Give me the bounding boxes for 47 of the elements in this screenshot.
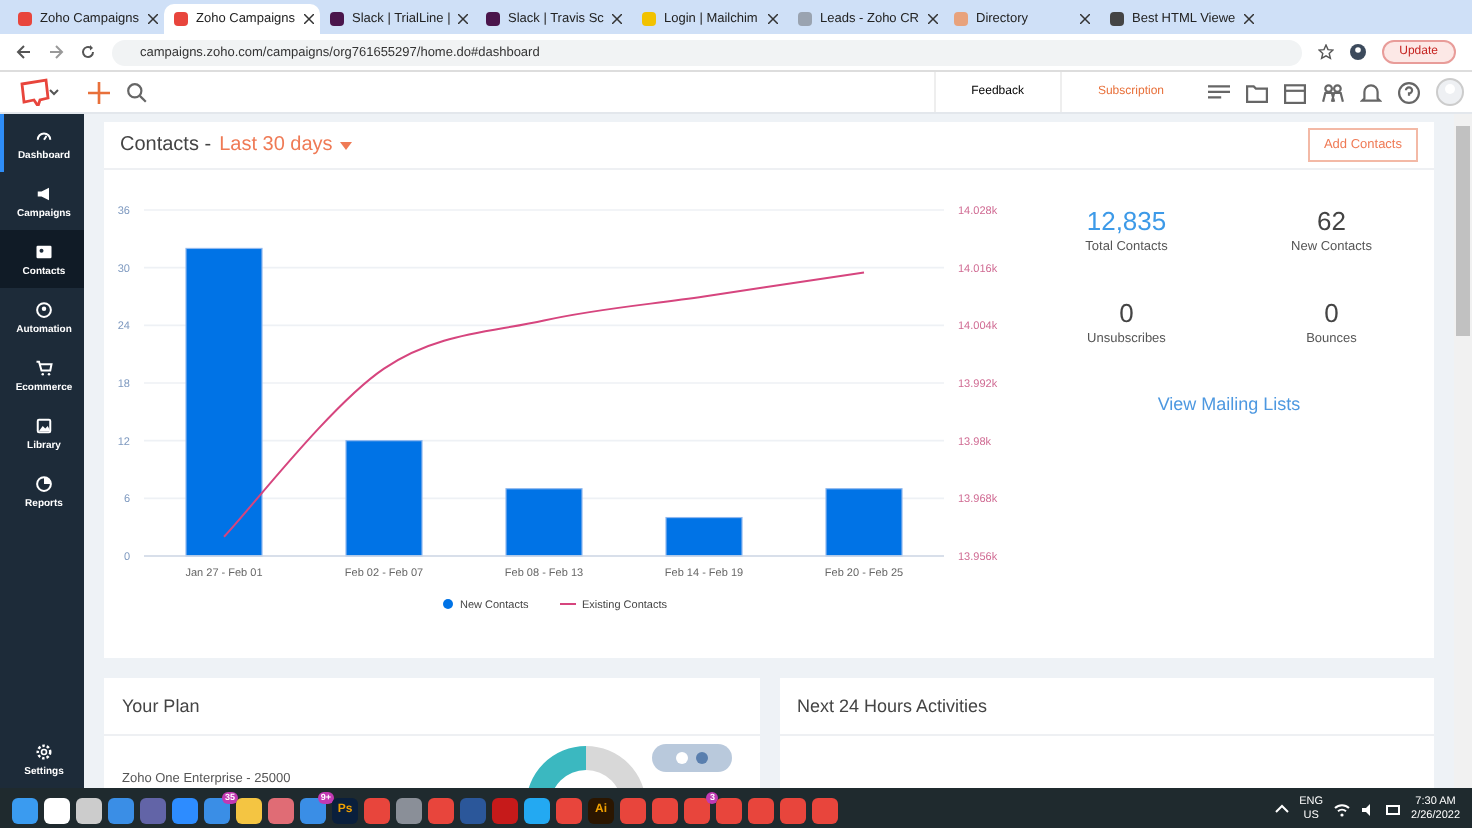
close-icon[interactable] <box>147 14 157 24</box>
plus-icon[interactable] <box>88 81 110 103</box>
calendar-icon[interactable] <box>1284 81 1306 103</box>
list-icon[interactable] <box>1208 81 1230 103</box>
card-title: Contacts - <box>120 134 212 156</box>
card-title: Your Plan <box>104 678 759 736</box>
automation-icon <box>34 299 54 319</box>
close-icon[interactable] <box>1243 14 1254 24</box>
help-icon[interactable] <box>1398 81 1420 103</box>
close-icon[interactable] <box>1080 14 1090 24</box>
close-icon[interactable] <box>768 14 778 24</box>
chart-bar <box>665 516 743 557</box>
back-icon[interactable] <box>16 44 32 60</box>
caret-icon[interactable] <box>340 141 353 149</box>
ecommerce-icon <box>34 357 54 377</box>
chevron-icon[interactable] <box>1273 802 1290 818</box>
profile-icon[interactable] <box>1349 44 1366 60</box>
reload-icon[interactable] <box>80 44 96 60</box>
close-icon[interactable] <box>303 14 313 24</box>
legend-line-icon <box>559 603 577 605</box>
people-icon[interactable] <box>1322 81 1344 103</box>
wifi-icon[interactable] <box>1333 802 1350 818</box>
chart-bar <box>345 440 423 557</box>
battery-icon[interactable] <box>1385 802 1402 818</box>
library-icon <box>34 415 54 435</box>
forward-icon[interactable] <box>48 44 64 60</box>
logo-icon[interactable] <box>20 78 60 106</box>
close-icon[interactable] <box>458 14 469 24</box>
star-icon[interactable] <box>1317 44 1334 60</box>
legend-dot-icon <box>443 599 453 609</box>
reports-icon <box>34 473 54 493</box>
speaker-icon[interactable] <box>1359 802 1376 818</box>
close-icon[interactable] <box>927 14 937 24</box>
bell-icon[interactable] <box>1360 81 1382 103</box>
chart-bar <box>825 488 903 557</box>
settings-icon <box>34 741 54 761</box>
campaigns-icon <box>34 183 54 203</box>
stat-value: 0 <box>1119 298 1134 328</box>
close-icon[interactable] <box>612 14 622 24</box>
stat-value: 0 <box>1324 298 1339 328</box>
pager-toggle[interactable] <box>652 744 732 772</box>
chart-bar <box>505 488 583 557</box>
stat-value: 12,835 <box>1086 206 1167 236</box>
scrollbar[interactable] <box>1454 114 1472 788</box>
stat-value: 62 <box>1317 206 1346 236</box>
card-title: Next 24 Hours Activities <box>779 678 1434 736</box>
contacts-icon <box>34 241 54 261</box>
